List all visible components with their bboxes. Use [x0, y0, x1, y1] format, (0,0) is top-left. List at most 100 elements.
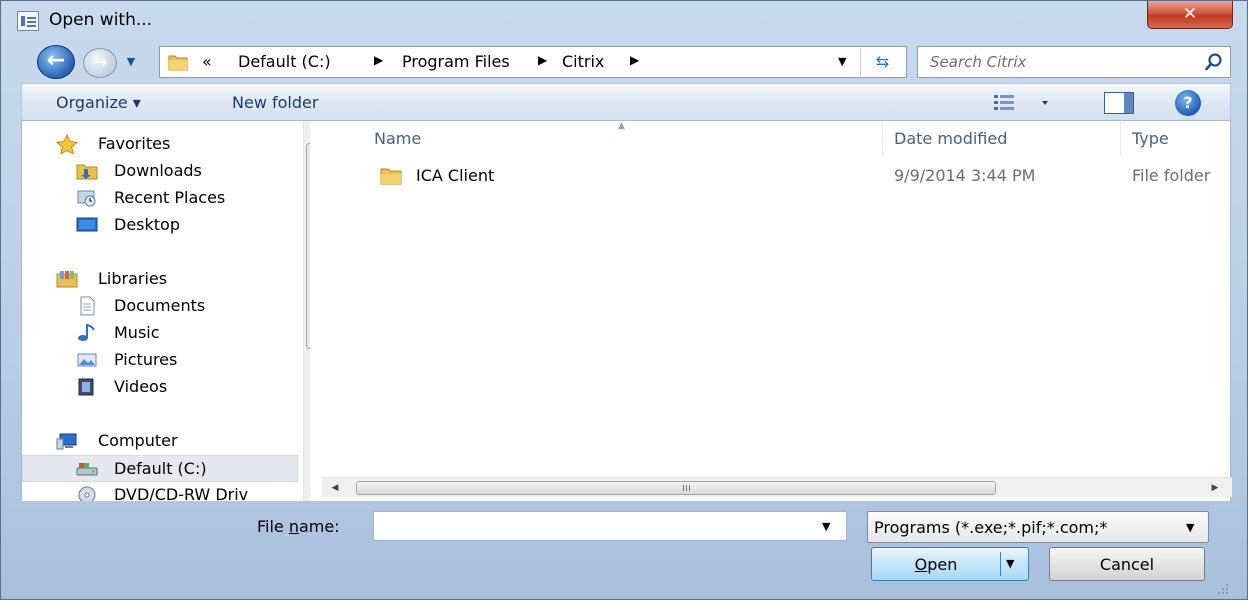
scroll-down-icon[interactable]: ▼	[304, 483, 311, 501]
nav-downloads[interactable]: Downloads	[22, 158, 298, 185]
arrow-right-icon: →	[92, 52, 108, 73]
breadcrumb-overflow[interactable]: «	[202, 52, 212, 71]
scroll-thumb[interactable]	[356, 481, 996, 495]
refresh-button[interactable]: ⇆	[860, 48, 904, 76]
open-with-dialog: Open with... ✕ ← → ▼ « Default (C:) ▶ Pr…	[0, 0, 1248, 600]
file-name-combobox[interactable]: ▼	[373, 511, 847, 541]
nav-default-c[interactable]: Default (C:)	[22, 455, 298, 482]
nav-label: Music	[114, 323, 160, 342]
file-date-modified: 9/9/2014 3:44 PM	[894, 166, 1036, 185]
column-header-name[interactable]: Name	[374, 129, 421, 148]
file-type-filter-select[interactable]: Programs (*.exe;*.pif;*.com;* ▼	[867, 511, 1209, 543]
libraries-icon	[56, 271, 78, 288]
nav-favorites[interactable]: Favorites	[22, 131, 298, 158]
open-button[interactable]: Open ▼	[871, 547, 1029, 581]
sort-ascending-icon: ▲	[618, 121, 625, 131]
close-button[interactable]: ✕	[1147, 1, 1233, 29]
nav-label: Pictures	[114, 350, 178, 369]
nav-label: Recent Places	[114, 188, 226, 207]
scroll-up-icon[interactable]: ▲	[304, 121, 311, 139]
command-bar: Organize ▾ New folder ?	[21, 83, 1231, 121]
breadcrumb-separator[interactable]: ▶	[538, 53, 547, 67]
nav-label: Default (C:)	[114, 459, 207, 478]
nav-documents[interactable]: Documents	[22, 293, 298, 320]
nav-pictures[interactable]: Pictures	[22, 347, 298, 374]
open-options-dropdown-icon[interactable]: ▼	[1006, 557, 1014, 570]
forward-button[interactable]: →	[83, 48, 117, 78]
file-list-horizontal-scrollbar[interactable]: ◀ ▶	[322, 477, 1232, 497]
nav-label: Downloads	[114, 161, 202, 180]
nav-recent-places[interactable]: Recent Places	[22, 185, 298, 212]
nav-videos[interactable]: Videos	[22, 374, 298, 401]
file-name: ICA Client	[416, 166, 495, 185]
address-bar[interactable]: « Default (C:) ▶ Program Files ▶ Citrix …	[159, 46, 907, 78]
chevron-down-icon[interactable]: ▼	[822, 520, 830, 533]
navigation-pane[interactable]: Favorites Downloads Recent Places Deskto…	[22, 121, 310, 501]
nav-label: DVD/CD-RW Driv	[114, 485, 249, 501]
back-button[interactable]: ←	[37, 45, 75, 79]
preview-pane-icon[interactable]	[1104, 92, 1134, 114]
nav-libraries[interactable]: Libraries	[22, 266, 298, 293]
file-name-label: File name:	[257, 517, 340, 536]
resize-grip-icon[interactable]	[1215, 581, 1229, 595]
file-list[interactable]: ▲ Name Date modified Type ICA Client 9/9…	[322, 121, 1232, 501]
dialog-icon	[17, 11, 39, 31]
cancel-button[interactable]: Cancel	[1049, 547, 1205, 581]
file-type-filter-value: Programs (*.exe;*.pif;*.com;*	[874, 518, 1108, 537]
window-title: Open with...	[49, 10, 153, 30]
breadcrumb-program-files[interactable]: Program Files	[402, 52, 510, 71]
nav-dvd-drive[interactable]: DVD/CD-RW Driv	[22, 482, 298, 501]
table-row[interactable]: ICA Client 9/9/2014 3:44 PM File folder	[352, 163, 1232, 189]
nav-label: Desktop	[114, 215, 180, 234]
change-view-icon[interactable]	[992, 92, 1052, 114]
music-icon	[78, 323, 95, 341]
nav-pane-scrollbar[interactable]: ▲ ▼	[303, 121, 310, 501]
star-icon	[56, 134, 78, 154]
breadcrumb-separator[interactable]: ▶	[374, 53, 383, 67]
column-divider[interactable]	[1120, 121, 1121, 155]
recent-locations-dropdown[interactable]: ▼	[122, 52, 140, 72]
nav-label: Favorites	[98, 134, 171, 153]
videos-icon	[78, 378, 94, 396]
nav-label: Videos	[114, 377, 168, 396]
address-dropdown-icon[interactable]: ▼	[838, 55, 846, 68]
arrow-left-icon: ←	[46, 48, 66, 73]
open-button-label: Open	[914, 555, 958, 574]
downloads-folder-icon	[76, 164, 98, 180]
dvd-drive-icon	[78, 486, 96, 501]
search-icon[interactable]	[1204, 52, 1224, 72]
search-box[interactable]	[917, 46, 1231, 78]
nav-music[interactable]: Music	[22, 320, 298, 347]
new-folder-button[interactable]: New folder	[232, 93, 318, 112]
split-divider	[1000, 552, 1001, 576]
recent-places-icon	[77, 190, 96, 207]
help-icon[interactable]: ?	[1175, 90, 1201, 116]
nav-desktop[interactable]: Desktop	[22, 212, 298, 239]
documents-icon	[80, 296, 95, 316]
breadcrumb-default-c[interactable]: Default (C:)	[238, 52, 331, 71]
search-input[interactable]	[930, 52, 1190, 72]
breadcrumb-citrix[interactable]: Citrix	[562, 52, 604, 71]
title-bar[interactable]: Open with... ✕	[1, 1, 1247, 43]
refresh-icon: ⇆	[875, 52, 890, 71]
address-row: ← → ▼ « Default (C:) ▶ Program Files ▶ C…	[1, 43, 1247, 79]
scroll-thumb[interactable]	[306, 143, 310, 349]
file-type: File folder	[1132, 166, 1211, 185]
nav-computer[interactable]: Computer	[22, 428, 298, 455]
computer-icon	[56, 433, 77, 450]
scroll-left-icon[interactable]: ◀	[326, 478, 344, 498]
column-header-date-modified[interactable]: Date modified	[894, 129, 1007, 148]
column-header-type[interactable]: Type	[1132, 129, 1169, 148]
column-divider[interactable]	[882, 121, 883, 155]
scroll-right-icon[interactable]: ▶	[1206, 478, 1224, 498]
close-icon: ✕	[1182, 4, 1198, 24]
file-name-input[interactable]	[378, 516, 808, 536]
organize-menu[interactable]: Organize ▾	[56, 93, 141, 112]
drive-icon	[76, 463, 98, 476]
chevron-down-icon: ▼	[126, 55, 136, 68]
chevron-down-icon: ▼	[1186, 521, 1195, 534]
desktop-icon	[76, 217, 98, 232]
content-area: Favorites Downloads Recent Places Deskto…	[21, 121, 1232, 501]
pictures-icon	[77, 353, 97, 367]
breadcrumb-separator[interactable]: ▶	[630, 53, 639, 67]
